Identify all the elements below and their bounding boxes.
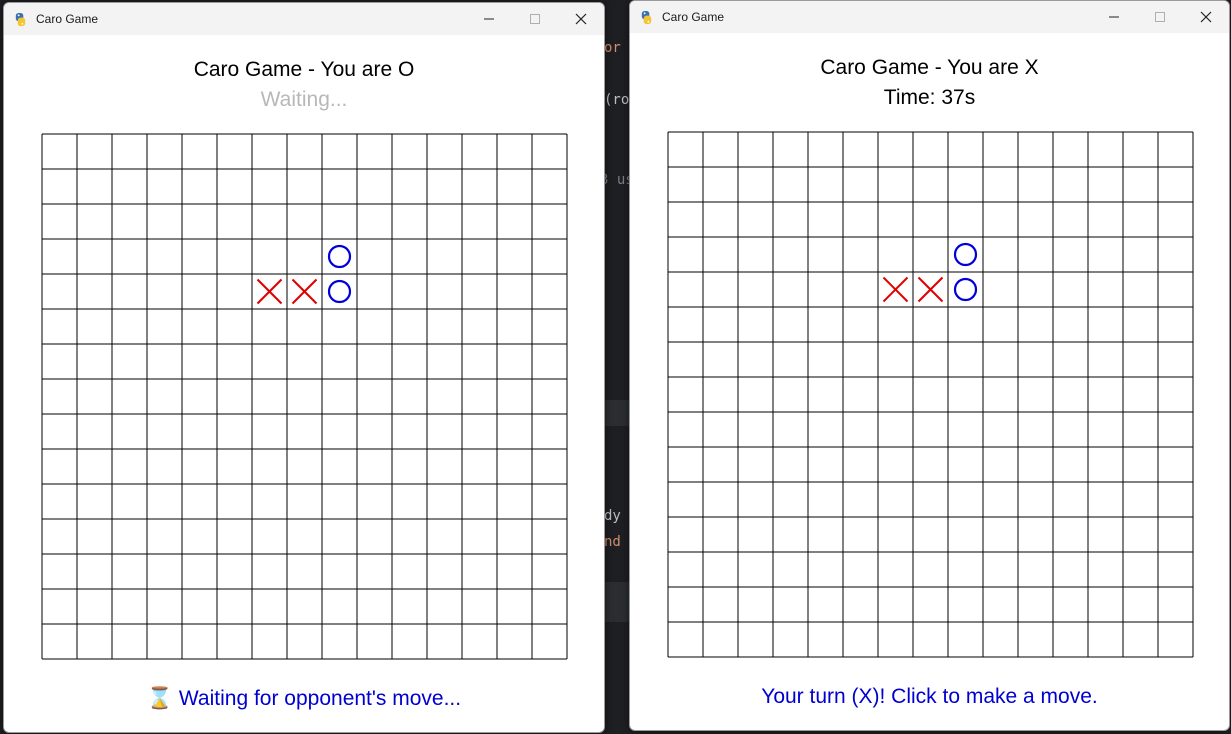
minimize-button[interactable]	[466, 3, 512, 35]
status-message: Your turn (X)! Click to make a move.	[761, 685, 1098, 708]
waiting-indicator: Waiting...	[260, 88, 348, 111]
x-mark	[291, 278, 318, 305]
o-mark	[953, 242, 978, 267]
code-fragment: dy	[604, 508, 621, 524]
maximize-button[interactable]	[512, 3, 558, 35]
python-snake-icon	[12, 11, 28, 27]
close-icon	[575, 13, 587, 25]
minimize-icon	[484, 18, 494, 20]
window-title: Caro Game	[662, 10, 725, 24]
game-board[interactable]	[41, 133, 569, 661]
title-bar[interactable]: Caro Game	[630, 1, 1229, 33]
game-window-player-x: Caro Game Caro Game - You are X Time: 37…	[629, 0, 1230, 731]
game-heading: Caro Game - You are O	[193, 58, 415, 81]
game-window-player-o: Caro Game Caro Game - You are O Waiting.…	[3, 2, 605, 733]
x-mark	[256, 278, 283, 305]
close-button[interactable]	[558, 3, 604, 35]
title-bar[interactable]: Caro Game	[4, 3, 604, 35]
game-board[interactable]	[667, 131, 1195, 659]
python-snake-icon	[638, 9, 654, 25]
maximize-icon	[1155, 12, 1165, 22]
maximize-button[interactable]	[1137, 1, 1183, 33]
code-fragment: (ro	[604, 92, 630, 108]
window-title: Caro Game	[36, 12, 99, 26]
status-message: ⌛ Waiting for opponent's move...	[146, 687, 462, 710]
turn-timer: Time: 37s	[883, 86, 976, 109]
code-fragment: nd	[604, 534, 621, 550]
editor-highlight-line	[604, 400, 630, 426]
editor-highlight-line	[604, 582, 630, 622]
o-mark	[327, 244, 352, 269]
game-heading: Caro Game - You are X	[820, 56, 1039, 79]
o-mark	[953, 277, 978, 302]
close-icon	[1200, 11, 1212, 23]
maximize-icon	[530, 14, 540, 24]
o-mark	[327, 279, 352, 304]
minimize-button[interactable]	[1091, 1, 1137, 33]
minimize-icon	[1109, 16, 1119, 18]
close-button[interactable]	[1183, 1, 1229, 33]
x-mark	[917, 276, 944, 303]
code-fragment: or	[604, 40, 621, 56]
x-mark	[882, 276, 909, 303]
